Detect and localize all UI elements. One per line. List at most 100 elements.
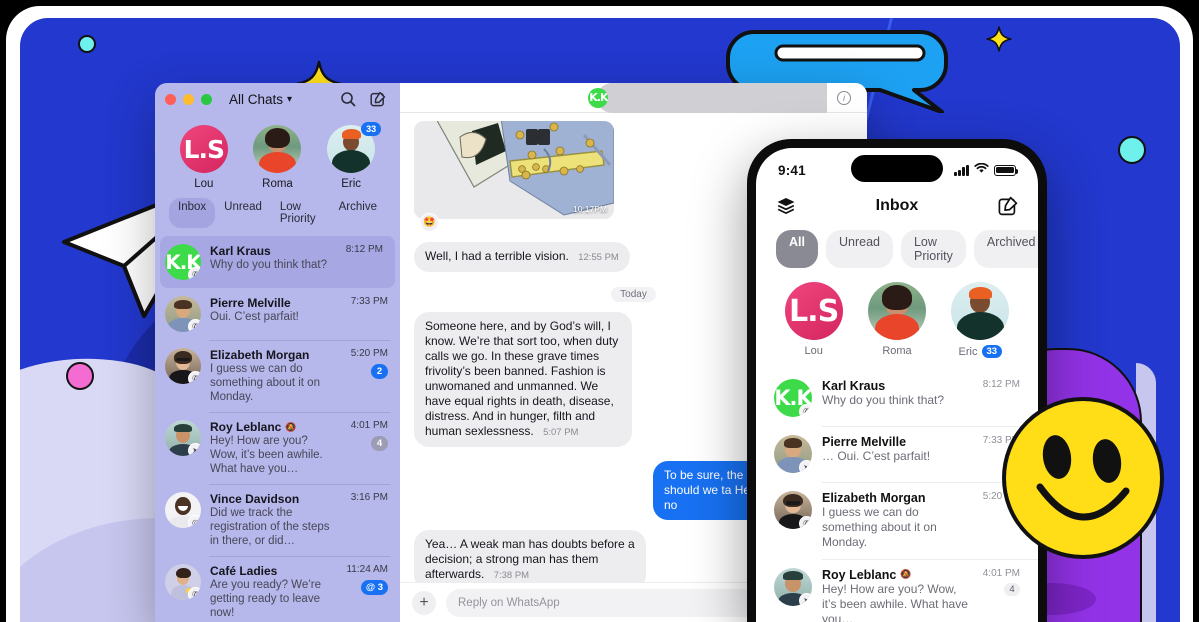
sparkle-icon [986, 26, 1012, 52]
chat-preview: Did we track the registration of the ste… [210, 507, 330, 547]
chat-list-item[interactable]: K.K ✆ Karl Kraus Why do you think that? … [756, 370, 1038, 426]
avatar: ➤ [774, 567, 812, 606]
chat-list-item[interactable]: ◎ Vince Davidson Did we track the regist… [155, 484, 400, 556]
tab-all[interactable]: All [776, 230, 818, 268]
tab-archived[interactable]: Archived [973, 230, 1038, 268]
mute-icon: 🔕 [285, 421, 297, 432]
chat-preview: Hey! How are you? Wow, it’s been awhile.… [822, 581, 968, 622]
message-timestamp: 5:07 PM [543, 427, 579, 438]
phone-favorites-row: L.S Lou Roma Eric 33 [756, 278, 1038, 370]
whatsapp-badge-icon: ✆ [799, 403, 812, 417]
close-window-button[interactable] [165, 93, 176, 105]
unread-badge: 33 [981, 345, 1003, 358]
dynamic-island [851, 155, 943, 182]
chat-list: K.K ✆ Karl Kraus Why do you think that? … [155, 236, 400, 622]
status-time: 9:41 [778, 162, 806, 178]
chat-name-text: Roy Leblanc [210, 420, 282, 434]
chat-name: Café Ladies [210, 564, 278, 578]
chat-time: 3:16 PM [350, 492, 388, 503]
favorite-name: Roma [882, 345, 912, 357]
phone-filter-tabs: All Unread Low Priority Archived [756, 226, 1038, 278]
avatar: ✆ [165, 296, 201, 332]
favorite-name: Roma [262, 178, 293, 190]
phone-chat-list: K.K ✆ Karl Kraus Why do you think that? … [756, 370, 1038, 622]
favorite-roma[interactable]: Roma [245, 125, 309, 190]
favorite-lou[interactable]: L.S Lou [776, 282, 852, 360]
chat-name: Roy Leblanc 🔕 [822, 568, 973, 582]
compose-icon[interactable] [370, 91, 386, 107]
chat-name: Karl Kraus [822, 378, 886, 393]
chat-time: 5:20 PM [350, 348, 388, 359]
mention-badge: @ 3 [360, 580, 388, 595]
message-bubble-incoming[interactable]: Yea… A weak man has doubts before a deci… [414, 530, 646, 590]
favorite-eric[interactable]: Eric 33 [942, 282, 1018, 360]
tab-low-priority[interactable]: Low Priority [900, 230, 966, 268]
avatar [867, 282, 926, 340]
message-reaction[interactable]: 🤩 [420, 213, 439, 232]
plus-icon[interactable]: + [412, 590, 436, 615]
chat-preview: Why do you think that? [210, 259, 327, 271]
favorite-lou[interactable]: L.S Lou [172, 125, 236, 190]
whatsapp-badge-icon: ✆ [188, 371, 201, 384]
message-timestamp: 10:17PM [572, 204, 607, 214]
favorite-eric[interactable]: 33 Eric [319, 122, 383, 190]
chat-list-item[interactable]: ➤ Pierre Melville … Oui. C’est parfait! … [756, 425, 1038, 482]
message-timestamp: 7:38 PM [493, 570, 530, 581]
whatsapp-badge-icon: ✆ [799, 515, 812, 529]
tab-unread[interactable]: Unread [215, 198, 271, 228]
all-chats-dropdown[interactable]: All Chats ▾ [229, 92, 292, 107]
message-bubble-incoming[interactable]: Someone here, and by God’s will, I know.… [414, 312, 632, 447]
chat-name: Elizabeth Morgan [210, 348, 310, 362]
avatar: L.S [179, 125, 228, 173]
unread-badge: 2 [371, 364, 388, 379]
compose-icon[interactable] [998, 196, 1018, 216]
phone-status-bar: 9:41 [756, 148, 1038, 186]
unread-badge: 4 [371, 436, 388, 451]
chat-list-item[interactable]: ➤ Roy Leblanc 🔕 Hey! How are you? Wow, i… [155, 412, 400, 484]
favorite-name-text: Eric [958, 345, 978, 358]
tab-low-priority[interactable]: Low Priority [271, 198, 330, 228]
maximize-window-button[interactable] [201, 93, 212, 105]
chat-time: 8:12 PM [982, 378, 1020, 390]
chat-name: Pierre Melville [822, 434, 907, 449]
favorite-name: Lou [804, 345, 823, 357]
mute-icon: 🔕 [900, 569, 912, 579]
favorite-name: Lou [194, 178, 214, 190]
instagram-badge-icon: ◎ [188, 515, 201, 528]
chat-list-item[interactable]: ✆ Pierre Melville Oui. C’est parfait! 7:… [155, 288, 400, 340]
minimize-window-button[interactable] [183, 93, 194, 105]
favorite-name: Eric [341, 178, 362, 190]
info-icon[interactable]: i [837, 90, 851, 105]
chat-preview: I guess we can do something about it on … [210, 363, 320, 403]
phone-nav-bar: Inbox [756, 186, 1038, 226]
tab-unread[interactable]: Unread [825, 230, 893, 268]
chat-name: Karl Kraus [210, 244, 271, 258]
chat-list-item[interactable]: ✆ Elizabeth Morgan I guess we can do som… [155, 340, 400, 412]
phone-page-title: Inbox [875, 197, 919, 214]
chat-name: Elizabeth Morgan [822, 490, 926, 505]
chat-list-item[interactable]: ✆ Elizabeth Morgan I guess we can do som… [756, 481, 1038, 559]
avatar: ◎ [165, 492, 201, 528]
chat-preview: … Oui. C’est parfait! [822, 448, 931, 463]
filter-tabs: Inbox Unread Low Priority Archive [155, 192, 400, 236]
message-bubble-incoming[interactable]: Well, I had a terrible vision. 12:55 PM [414, 242, 630, 272]
chat-name: Roy Leblanc 🔕 [210, 420, 338, 434]
image-message[interactable]: 10:17PM [414, 121, 614, 219]
messenger-badge-icon: ✆ [188, 319, 201, 332]
tab-inbox[interactable]: Inbox [169, 198, 216, 228]
chat-list-item[interactable]: ✆ Café Ladies Are you ready? We’re getti… [155, 556, 400, 622]
wifi-icon [974, 161, 989, 179]
favorites-row: L.S Lou Roma 33 Eric [155, 115, 400, 192]
chat-list-item[interactable]: ➤ Roy Leblanc 🔕 Hey! How are you? Wow, i… [756, 558, 1038, 622]
favorite-roma[interactable]: Roma [859, 282, 935, 360]
chevron-down-icon: ▾ [287, 93, 293, 105]
chat-list-item[interactable]: K.K ✆ Karl Kraus Why do you think that? … [160, 236, 395, 288]
search-icon[interactable] [340, 91, 356, 107]
chat-preview: Hey! How are you? Wow, it’s been awhile.… [210, 435, 323, 475]
screenshot-stage: All Chats ▾ L.S Lou Roma 33 Eric Inbox U… [0, 0, 1199, 622]
chat-name: Pierre Melville [210, 296, 291, 310]
messenger-badge-icon: ✆ [188, 587, 201, 600]
unread-badge: 4 [1004, 582, 1020, 596]
stack-icon[interactable] [776, 196, 796, 216]
tab-archive[interactable]: Archive [330, 198, 386, 228]
